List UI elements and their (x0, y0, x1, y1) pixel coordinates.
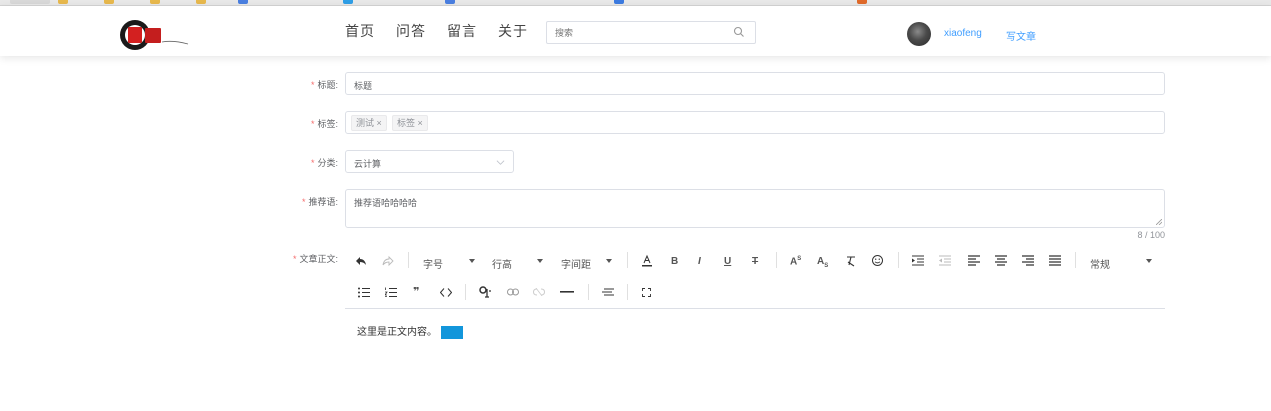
toolbar-divider (627, 284, 628, 300)
site-logo[interactable] (118, 18, 190, 52)
align-justify-icon[interactable] (1049, 255, 1061, 266)
clear-format-icon[interactable] (845, 255, 857, 267)
bookmark-icon[interactable] (614, 0, 624, 4)
nav-qa[interactable]: 问答 (396, 21, 426, 41)
outdent-icon[interactable] (939, 255, 951, 266)
folder-icon[interactable] (58, 0, 68, 4)
toolbar-divider (1075, 252, 1076, 268)
title-label: * 标题: (310, 80, 338, 90)
editor-divider (345, 308, 1165, 309)
subscript-button[interactable]: AS (817, 256, 828, 269)
bookmark-icon[interactable] (343, 0, 353, 4)
toolbar-divider (898, 252, 899, 268)
bold-button[interactable]: B (671, 256, 678, 267)
required-mark: * (310, 119, 315, 129)
resize-handle-icon[interactable] (1156, 219, 1162, 225)
folder-icon[interactable] (104, 0, 114, 4)
bookmark-icon[interactable] (857, 0, 867, 4)
summary-label: * 推荐语: (301, 197, 338, 207)
strikethrough-button[interactable]: T (752, 256, 758, 267)
nav-home[interactable]: 首页 (345, 21, 375, 41)
editor-content-area[interactable]: 这里是正文内容。 (357, 323, 463, 339)
line-height-dropdown[interactable]: 行高 (492, 256, 512, 271)
chevron-down-icon (469, 259, 475, 263)
text-selection-highlight (441, 325, 463, 339)
title-input-value: 标题 (354, 81, 373, 91)
chevron-down-icon (606, 259, 612, 263)
unlink-icon[interactable] (533, 288, 545, 296)
required-mark: * (310, 80, 315, 90)
search-input[interactable] (547, 22, 727, 43)
folder-icon[interactable] (150, 0, 160, 4)
superscript-button[interactable]: AS (790, 256, 801, 267)
letter-spacing-dropdown[interactable]: 字间距 (561, 256, 591, 271)
redo-icon[interactable] (382, 255, 394, 267)
bookmark-icon[interactable] (445, 0, 455, 4)
main-nav: 首页 问答 留言 关于 (345, 21, 549, 41)
toolbar-divider (776, 252, 777, 268)
bookmark-icon[interactable] (238, 0, 248, 4)
paragraph-style-dropdown[interactable]: 常规 (1090, 256, 1110, 271)
text-wrap-icon[interactable] (602, 288, 614, 296)
required-mark: * (310, 158, 315, 168)
undo-icon[interactable] (355, 255, 367, 267)
fullscreen-icon[interactable] (642, 288, 651, 297)
tags-input[interactable]: 测试 × 标签 × (345, 111, 1165, 134)
folder-icon[interactable] (196, 0, 206, 4)
chevron-down-icon (537, 259, 543, 263)
code-icon[interactable] (440, 288, 452, 297)
summary-char-counter: 8 / 100 (1137, 230, 1165, 240)
title-input[interactable]: 标题 (345, 72, 1165, 95)
toolbar-divider (588, 284, 589, 300)
search-icon[interactable] (733, 26, 745, 38)
toolbar-divider (408, 252, 409, 268)
emoji-icon[interactable] (871, 254, 884, 267)
tag-chip[interactable]: 测试 × (351, 115, 387, 131)
tag-chip[interactable]: 标签 × (392, 115, 428, 131)
category-label: * 分类: (310, 158, 338, 168)
username-link[interactable]: xiaofeng (944, 28, 982, 39)
site-header: 首页 问答 留言 关于 xiaofeng 写文章 (0, 6, 1271, 56)
align-right-icon[interactable] (1022, 255, 1034, 266)
summary-textarea-value: 推荐语哈哈哈哈 (354, 198, 418, 208)
summary-textarea[interactable]: 推荐语哈哈哈哈 (345, 189, 1165, 228)
content-label: * 文章正文: (292, 254, 338, 264)
toolbar-divider (627, 252, 628, 268)
tags-label: * 标签: (310, 119, 338, 129)
toolbar-divider (465, 284, 466, 300)
category-select-value: 云计算 (354, 159, 382, 169)
unordered-list-icon[interactable] (358, 287, 370, 298)
bookmark-item[interactable] (10, 0, 50, 4)
align-left-icon[interactable] (968, 255, 980, 266)
italic-button[interactable]: I (698, 256, 701, 267)
underline-button[interactable]: U (724, 256, 731, 267)
blockquote-button[interactable]: ❞ (413, 285, 419, 298)
ordered-list-icon[interactable] (385, 287, 397, 298)
align-center-icon[interactable] (995, 255, 1007, 266)
horizontal-rule-icon[interactable] (560, 291, 574, 293)
avatar[interactable] (907, 22, 931, 46)
font-color-icon[interactable] (641, 254, 653, 267)
category-select[interactable]: 云计算 (345, 150, 514, 173)
chevron-down-icon (1146, 259, 1152, 263)
format-painter-icon[interactable] (479, 286, 492, 298)
chevron-down-icon (496, 160, 505, 165)
link-icon[interactable] (507, 288, 519, 296)
editor-body-text: 这里是正文内容。 (357, 327, 437, 338)
required-mark: * (301, 197, 306, 207)
search-box (546, 21, 756, 44)
indent-icon[interactable] (912, 255, 924, 266)
nav-about[interactable]: 关于 (498, 21, 528, 41)
font-size-dropdown[interactable]: 字号 (423, 256, 443, 271)
nav-guestbook[interactable]: 留言 (447, 21, 477, 41)
required-mark: * (292, 254, 297, 264)
write-article-link[interactable]: 写文章 (1006, 28, 1036, 43)
